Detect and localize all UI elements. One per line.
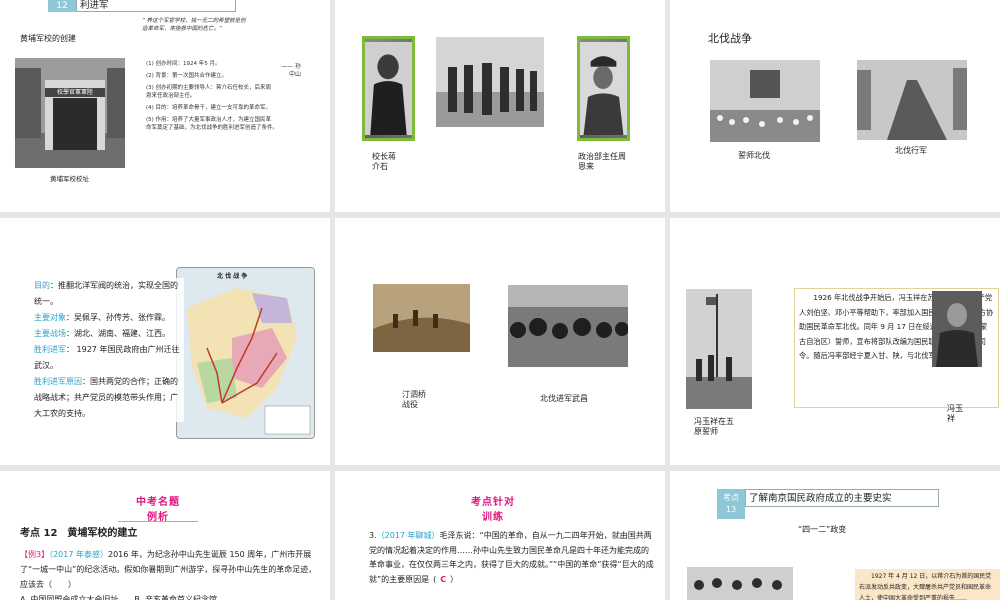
caption-chiang: 校长蒋 介石 (372, 152, 396, 171)
slide-expedition-summary[interactable]: 北 伐 战 争 目的：推翻北洋军阀的统治，实现全国的统一。 主要对象：吴佩孚、孙… (0, 218, 330, 465)
gate-sign: 校學官軍軍陸 (56, 89, 93, 96)
gate-drawing (15, 58, 125, 168)
wuyuan-oath-photo (686, 289, 752, 409)
summary-item: 目的：推翻北洋军阀的统治，实现全国的统一。 (34, 278, 184, 310)
feng-portrait (932, 291, 982, 367)
caption-zhou: 政治部主任周 恩来 (578, 152, 626, 171)
march-drawing (857, 60, 967, 140)
item-label: 胜利进军 (34, 345, 66, 354)
point-item: (5) 作用：培养了大量军事政治人才，为建立国民革 命军奠定了基础，为北伐战争的… (146, 117, 279, 131)
slide-northern-expedition[interactable]: 北伐战争 誓师北伐 北伐行军 (670, 0, 1000, 212)
exercise-badge: 考点针对 训练 (453, 493, 533, 523)
huangpu-gate-photo: 校學官軍軍陸 (15, 58, 125, 168)
exam-badge: 中考名题 例析 (118, 493, 198, 523)
caption-wuchang: 北伐进军武昌 (540, 394, 588, 403)
slide-leaders[interactable]: 校长蒋 介石 政治部主任周 恩来 (335, 0, 665, 212)
portrait-drawing (365, 41, 412, 136)
photo-caption: 黄埔军校校址 (50, 175, 89, 183)
slide-nanjing-government[interactable]: 考点 13 了解南京国民政府成立的主要史实 “四一二”政变 1927 年 4 月… (670, 471, 1000, 600)
slide-heading: 黄埔军校的创建 (20, 34, 76, 43)
sun-quote: “ 养这个军官学校，独一无二的希望就是创 造革命军，来挽救中国的危亡。” (142, 18, 246, 32)
review-drawing (436, 37, 544, 127)
march-photo (857, 60, 967, 140)
caption-feng: 冯玉 祥 (947, 404, 963, 423)
item-text: ：湖北、湖南、福建、江西。 (66, 329, 170, 338)
military-review-photo (436, 37, 544, 127)
section-title: 了解南京国民政府成立的主要史实 (745, 489, 939, 507)
slide-battles[interactable]: 汀泗桥 战役 北伐进军武昌 (335, 218, 665, 465)
slide-feng-yuxiang[interactable]: 1926 年北伐战争开始后，冯玉祥在苏联顾问团和共产党人刘伯坚、邓小平等帮助下，… (670, 218, 1000, 465)
section-title: 利进军 (76, 0, 236, 12)
slide-exam-example[interactable]: 中考名题 例析 考点 12 黄埔军校的建立 【例3】（2017 年泰感）2016… (0, 471, 330, 600)
caption-wuyuan: 冯玉祥在五 原誓师 (694, 417, 734, 436)
rally-drawing (710, 60, 820, 142)
question-options: A. 中国同盟会成立大会旧址 B. 辛亥革命首义纪念馆 (20, 595, 217, 600)
question-source: （2017 年聊城） (376, 531, 440, 540)
map-drawing (177, 268, 314, 438)
badge-top: 中考名题 (136, 497, 180, 508)
item-label: 主要战场 (34, 329, 66, 338)
wuchang-march-photo (508, 285, 628, 367)
item-text: ：推翻北洋军阀的统治，实现全国的统一。 (34, 281, 178, 306)
badge-underline (118, 521, 198, 522)
question-number: 3. (369, 531, 377, 540)
item-label: 目的 (34, 281, 50, 290)
example-source: （2017 年泰感） (49, 550, 108, 559)
crowd-drawing (687, 567, 793, 600)
caption-tingsi: 汀泗桥 战役 (402, 390, 426, 409)
oath-drawing (686, 289, 752, 409)
summary-item: 主要对象：吴佩孚、孙传芳、张作霖。 (34, 310, 184, 326)
badge-top: 考点针对 (471, 497, 515, 508)
portrait-drawing (932, 291, 982, 367)
summary-list: 目的：推翻北洋军阀的统治，实现全国的统一。 主要对象：吴佩孚、孙传芳、张作霖。 … (34, 278, 184, 422)
oath-rally-photo (710, 60, 820, 142)
section-number: 12 (48, 0, 76, 12)
exercise-question: 3.（2017 年聊城）毛泽东说：“中国的革命，自从一九二四年开始，就由国共两党… (369, 531, 654, 584)
answer: C (440, 574, 447, 584)
painting-drawing (373, 284, 470, 352)
expedition-map: 北 伐 战 争 (176, 267, 315, 439)
slide-subtitle: “四一二”政变 (798, 525, 847, 534)
slide-exercise[interactable]: 考点针对 训练 3.（2017 年聊城）毛泽东说：“中国的革命，自从一九二四年开… (335, 471, 665, 600)
portrait-drawing (580, 41, 627, 136)
answer-close: ） (450, 574, 459, 584)
item-text: ：吴佩孚、孙传芳、张作霖。 (66, 313, 170, 322)
point-item: (2) 背景：第一次国共合作建立。 (146, 73, 228, 79)
question-block: 【例3】（2017 年泰感）2016 年，为纪念孙中山先生诞辰 150 周年，广… (20, 547, 320, 600)
summary-item: 胜利进军： 1927 年国民政府由广州迁往武汉。 (34, 342, 184, 374)
caption-march: 北伐行军 (895, 146, 927, 155)
info-box: 1927 年 4 月 12 日，以蒋介石为首的国民党右派发动反共政变，大肆屠杀共… (855, 569, 1000, 600)
caption-oath: 誓师北伐 (738, 151, 770, 160)
badge-bottom: 训练 (482, 512, 504, 523)
info-paragraph: 1927 年 4 月 12 日，以蒋介石为首的国民党右派发动反共政变，大肆屠杀共… (859, 573, 992, 600)
exam-heading: 考点 12 黄埔军校的建立 (20, 528, 138, 539)
april-12-photo (687, 567, 793, 600)
item-label: 胜利进军原因 (34, 377, 82, 386)
summary-item: 主要战场：湖北、湖南、福建、江西。 (34, 326, 184, 342)
summary-item: 胜利进军原因：国共两党的合作；正确的战略战术；共产党员的模范带头作用；广大工农的… (34, 374, 184, 422)
point-item: (1) 创办时间：1924 年5 月。 (146, 61, 221, 67)
map-title: 北 伐 战 争 (217, 273, 248, 280)
point-item: (3) 创办初期的主要领导人：蒋介石任校长，后来周 恩来任政治部主任。 (146, 85, 272, 99)
point-item: (4) 目的：培养革命骨干，建立一支可靠的革命军。 (146, 105, 272, 111)
points-list: (1) 创办时间：1924 年5 月。 (2) 背景：第一次国共合作建立。 (3… (146, 60, 321, 132)
chiang-portrait (362, 36, 415, 141)
example-tag: 【例3】 (20, 550, 50, 559)
slide-huangpu-founding[interactable]: 12 利进军 黄埔军校的创建 “ 养这个军官学校，独一无二的希望就是创 造革命军… (0, 0, 330, 212)
soldiers-drawing (508, 285, 628, 367)
tingsi-bridge-painting (373, 284, 470, 352)
zhou-portrait (577, 36, 630, 141)
item-label: 主要对象 (34, 313, 66, 322)
slide-title: 北伐战争 (708, 32, 752, 45)
section-number: 考点 13 (717, 489, 745, 519)
